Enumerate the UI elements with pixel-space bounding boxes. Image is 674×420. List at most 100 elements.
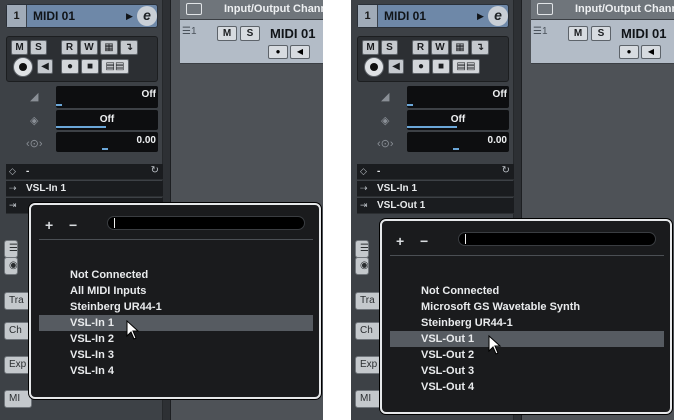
info-icon[interactable]: ◉ bbox=[355, 257, 369, 275]
output-icon: ⇥ bbox=[360, 200, 368, 210]
expand-arrow-icon[interactable]: ▶ bbox=[126, 11, 133, 22]
monitor-speaker-icon[interactable]: ◀ bbox=[37, 59, 53, 74]
channel-strip: Input/Output Chann ☰1 M S MIDI 01 ● ◀ bbox=[180, 0, 323, 64]
port-item[interactable]: Steinberg UR44-1 bbox=[390, 315, 664, 331]
track-header[interactable]: 1 MIDI 01 ▶ e bbox=[357, 4, 509, 28]
pan-fader[interactable]: Off bbox=[407, 110, 509, 130]
port-item[interactable]: Not Connected bbox=[390, 283, 664, 299]
input-routing-value: VSL-In 1 bbox=[377, 183, 418, 194]
lock-icon[interactable]: ■ bbox=[81, 59, 99, 74]
port-item[interactable]: Steinberg UR44-1 bbox=[39, 299, 313, 315]
input-icon: ⇢ bbox=[9, 183, 17, 193]
channel-monitor-icon[interactable]: ◀ bbox=[290, 45, 310, 59]
channel-solo-button[interactable]: S bbox=[240, 26, 260, 41]
delay-fader[interactable]: 0.00 bbox=[407, 132, 509, 152]
output-routing-row[interactable]: ⇥ VSL-Out 1 bbox=[357, 198, 514, 214]
volume-fader[interactable]: Off bbox=[56, 86, 158, 108]
track-number: 1 bbox=[7, 5, 27, 27]
channel-monitor-icon[interactable]: ◀ bbox=[641, 45, 661, 59]
edit-instrument-button[interactable]: e bbox=[137, 6, 157, 26]
list-icon[interactable]: ☰ bbox=[4, 240, 18, 258]
search-input[interactable] bbox=[107, 216, 305, 230]
port-item[interactable]: VSL-In 4 bbox=[39, 363, 313, 379]
track-name[interactable]: MIDI 01 bbox=[384, 5, 426, 27]
channel-strip: Input/Output Chann ☰1 M S MIDI 01 ● ◀ bbox=[531, 0, 674, 64]
side-tab-tracks[interactable]: Tra bbox=[355, 292, 383, 310]
port-item[interactable]: All MIDI Inputs bbox=[39, 283, 313, 299]
side-tab-expression[interactable]: Exp bbox=[4, 356, 32, 374]
expand-arrow-icon[interactable]: ▶ bbox=[477, 11, 484, 22]
port-item[interactable]: VSL-In 3 bbox=[39, 347, 313, 363]
lanes-icon[interactable]: ▤▤ bbox=[101, 59, 129, 74]
read-automation-button[interactable]: R bbox=[61, 40, 78, 55]
input-routing-row[interactable]: ⇢ VSL-In 1 bbox=[357, 181, 514, 197]
read-automation-button[interactable]: R bbox=[412, 40, 429, 55]
monitor-speaker-icon[interactable]: ◀ bbox=[388, 59, 404, 74]
port-item-selected[interactable]: VSL-Out 1 bbox=[390, 331, 664, 347]
port-item[interactable]: VSL-Out 2 bbox=[390, 347, 664, 363]
pan-fader[interactable]: Off bbox=[56, 110, 158, 130]
add-button[interactable]: + bbox=[396, 233, 404, 249]
add-button[interactable]: + bbox=[45, 217, 53, 233]
channel-record-icon[interactable]: ● bbox=[619, 45, 639, 59]
side-tab-expression[interactable]: Exp bbox=[355, 356, 383, 374]
folder-icon[interactable] bbox=[186, 3, 202, 15]
channel-track-name[interactable]: MIDI 01 bbox=[621, 26, 667, 41]
port-item[interactable]: VSL-Out 3 bbox=[390, 363, 664, 379]
time-base-icon[interactable]: ● bbox=[61, 59, 79, 74]
route-icon[interactable]: ↴ bbox=[471, 40, 489, 55]
lanes-icon[interactable]: ▤▤ bbox=[452, 59, 480, 74]
input-routing-row[interactable]: ⇢ VSL-In 1 bbox=[6, 181, 163, 197]
track-header[interactable]: 1 MIDI 01 ▶ e bbox=[6, 4, 158, 28]
remove-button[interactable]: − bbox=[69, 217, 77, 233]
divider bbox=[390, 255, 664, 256]
record-enable-button[interactable] bbox=[364, 57, 384, 77]
channel-mute-button[interactable]: M bbox=[568, 26, 588, 41]
port-item[interactable]: VSL-Out 4 bbox=[390, 379, 664, 395]
grid-icon[interactable]: ▦ bbox=[100, 40, 118, 55]
time-base-icon[interactable]: ● bbox=[412, 59, 430, 74]
side-tab-tracks[interactable]: Tra bbox=[4, 292, 32, 310]
mute-button[interactable]: M bbox=[362, 40, 379, 55]
info-icon[interactable]: ◉ bbox=[4, 257, 18, 275]
write-automation-button[interactable]: W bbox=[80, 40, 98, 55]
remove-button[interactable]: − bbox=[420, 233, 428, 249]
refresh-icon[interactable]: ↻ bbox=[502, 165, 510, 176]
lock-icon[interactable]: ■ bbox=[432, 59, 450, 74]
channel-list-number: 1 bbox=[541, 26, 548, 37]
side-tab-midi[interactable]: MI bbox=[4, 390, 32, 408]
port-item[interactable]: Not Connected bbox=[39, 267, 313, 283]
channel-track-row[interactable]: ☰1 M S MIDI 01 ● ◀ bbox=[180, 20, 323, 64]
volume-fader[interactable]: Off bbox=[407, 86, 509, 108]
solo-button[interactable]: S bbox=[381, 40, 398, 55]
grid-icon[interactable]: ▦ bbox=[451, 40, 469, 55]
channel-mute-button[interactable]: M bbox=[217, 26, 237, 41]
solo-button[interactable]: S bbox=[30, 40, 47, 55]
route-icon[interactable]: ↴ bbox=[120, 40, 138, 55]
record-enable-button[interactable] bbox=[13, 57, 33, 77]
program-row[interactable]: ◇ - ↻ bbox=[357, 164, 514, 180]
port-item[interactable]: VSL-In 2 bbox=[39, 331, 313, 347]
port-item[interactable]: Microsoft GS Wavetable Synth bbox=[390, 299, 664, 315]
mute-button[interactable]: M bbox=[11, 40, 28, 55]
refresh-icon[interactable]: ↻ bbox=[151, 165, 159, 176]
channel-track-row[interactable]: ☰1 M S MIDI 01 ● ◀ bbox=[531, 20, 674, 64]
channel-solo-button[interactable]: S bbox=[591, 26, 611, 41]
port-item-selected[interactable]: VSL-In 1 bbox=[39, 315, 313, 331]
program-row[interactable]: ◇ - ↻ bbox=[6, 164, 163, 180]
delay-fader[interactable]: 0.00 bbox=[56, 132, 158, 152]
side-tab-chords[interactable]: Ch bbox=[4, 322, 32, 340]
write-automation-button[interactable]: W bbox=[431, 40, 449, 55]
edit-instrument-button[interactable]: e bbox=[488, 6, 508, 26]
folder-icon[interactable] bbox=[537, 3, 553, 15]
channel-track-name[interactable]: MIDI 01 bbox=[270, 26, 316, 41]
side-tab-midi[interactable]: MI bbox=[355, 390, 383, 408]
search-input[interactable] bbox=[458, 232, 656, 246]
side-tab-chords[interactable]: Ch bbox=[355, 322, 383, 340]
channel-list-icon: ☰1 bbox=[182, 26, 197, 37]
list-icon[interactable]: ☰ bbox=[355, 240, 369, 258]
channel-record-icon[interactable]: ● bbox=[268, 45, 288, 59]
track-name[interactable]: MIDI 01 bbox=[33, 5, 75, 27]
output-port-popup: + − Not Connected Microsoft GS Wavetable… bbox=[380, 219, 672, 414]
channel-title-bar: Input/Output Chann bbox=[180, 0, 323, 20]
